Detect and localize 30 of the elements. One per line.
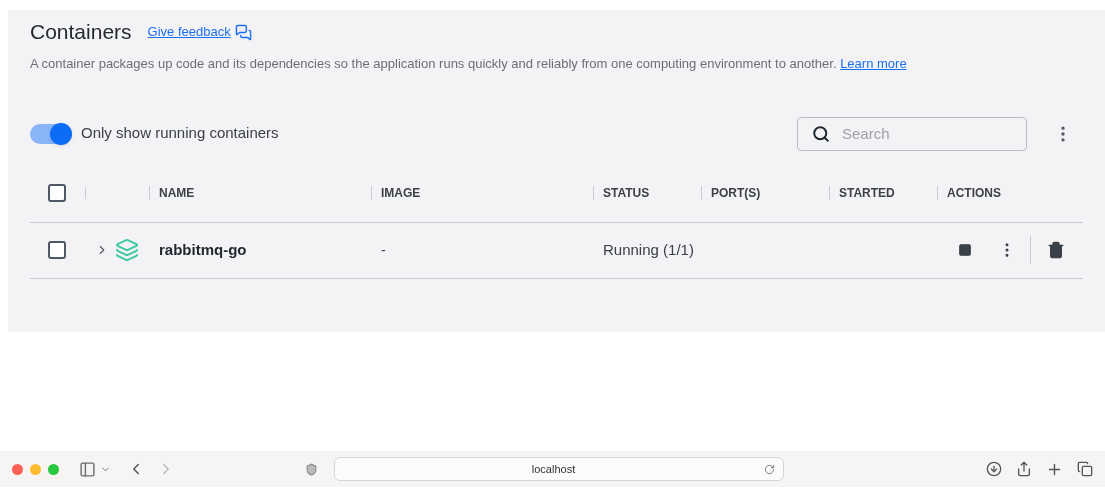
checkbox[interactable] (48, 184, 66, 202)
sidebar-icon[interactable] (79, 460, 96, 478)
toggle-switch[interactable] (30, 123, 72, 144)
download-icon[interactable] (986, 461, 1002, 477)
status-cell-text: Running (1/1) (602, 239, 695, 260)
tabs-icon[interactable] (1077, 461, 1093, 477)
image-cell-text: - (380, 240, 387, 260)
description: A container packages up code and its dependencies so the application runs quickly and reliably from one computing environment to another. Learn more (30, 55, 908, 73)
stop-icon[interactable] (958, 243, 972, 257)
toggle-label: Only show running containers (81, 123, 279, 144)
column-header: ACTIONS (947, 185, 1001, 202)
shield-icon[interactable] (305, 462, 318, 476)
search-icon (812, 124, 830, 143)
checkbox[interactable] (48, 241, 66, 259)
feedback-link[interactable]: Give feedback (147, 22, 231, 42)
delete-icon[interactable] (1047, 241, 1065, 259)
reload-icon[interactable] (764, 463, 775, 475)
address-bar[interactable]: localhost (334, 457, 784, 481)
learn-more-link[interactable]: Learn more (840, 56, 907, 71)
column-header: STATUS (603, 185, 650, 202)
share-icon[interactable] (1016, 461, 1032, 477)
column-header: STARTED (839, 185, 895, 202)
feedback-icon[interactable] (234, 23, 252, 41)
search-field[interactable]: Search (797, 116, 1027, 151)
column-header: NAME (159, 185, 195, 202)
column-header: IMAGE (381, 185, 421, 202)
container-name: rabbitmq-go (158, 239, 248, 260)
column-header: PORT(S) (711, 185, 761, 202)
stack-icon (115, 238, 139, 262)
page-title: Containers (30, 19, 132, 46)
